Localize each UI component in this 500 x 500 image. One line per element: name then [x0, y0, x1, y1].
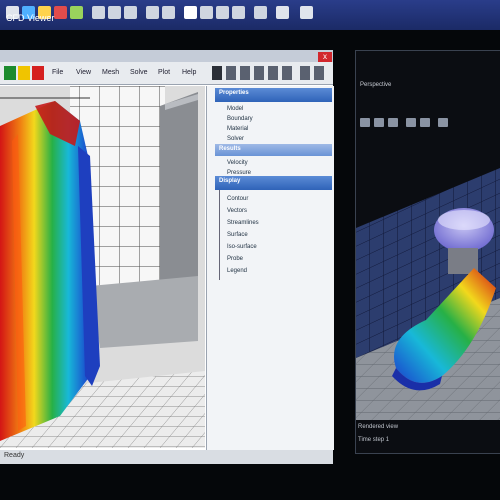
tree-item[interactable]: Contour [227, 196, 248, 202]
lock-icon[interactable] [212, 66, 222, 80]
stop-icon[interactable] [54, 6, 67, 19]
help-icon[interactable] [254, 6, 267, 19]
render-tool-icon[interactable] [406, 118, 416, 127]
print-icon[interactable] [268, 66, 278, 80]
render-footer-line-1: Rendered view [358, 424, 399, 430]
properties-panel: Properties Model Boundary Material Solve… [206, 86, 334, 450]
zoom-icon[interactable] [108, 6, 121, 19]
tree-item[interactable]: Boundary [227, 116, 253, 122]
render-toolbar [356, 58, 500, 127]
tree-item[interactable]: Streamlines [227, 220, 259, 226]
toolbar-item-mesh[interactable]: Mesh [102, 66, 119, 80]
tree-item[interactable]: Solver [227, 136, 244, 142]
status-bar [0, 450, 333, 464]
tree-item[interactable]: Velocity [227, 160, 248, 166]
zoom-fit-icon[interactable] [240, 66, 250, 80]
camera-icon[interactable] [232, 6, 245, 19]
app-title: CFD Viewer [6, 13, 55, 23]
panel-title-results: Results [219, 146, 241, 152]
pan-icon[interactable] [226, 66, 236, 80]
mesh-icon[interactable] [146, 6, 159, 19]
rotate-icon[interactable] [124, 6, 137, 19]
next-icon[interactable] [314, 66, 324, 80]
main-3d-viewport[interactable] [0, 86, 205, 448]
render-3d-viewport[interactable] [356, 148, 500, 420]
render-tool-icon[interactable] [438, 118, 448, 127]
tree-item[interactable]: Vectors [227, 208, 247, 214]
view-icon[interactable] [92, 6, 105, 19]
toolbar-item-plot[interactable]: Plot [158, 66, 170, 80]
main-title-bar [0, 50, 333, 62]
app-toolbar [0, 0, 500, 30]
settings-icon[interactable] [200, 6, 213, 19]
yellow-tool-icon[interactable] [18, 66, 30, 80]
close-button[interactable]: x [318, 52, 332, 62]
page-icon[interactable] [184, 6, 197, 19]
wall-column [160, 92, 198, 308]
render-view-label: Perspective [360, 82, 392, 88]
prev-icon[interactable] [300, 66, 310, 80]
status-text: Ready [4, 452, 25, 459]
tree-item[interactable]: Iso-surface [227, 244, 257, 250]
run-icon[interactable] [70, 6, 83, 19]
tree-item[interactable]: Probe [227, 256, 243, 262]
window-icon[interactable] [276, 6, 289, 19]
toolbar-item-solve[interactable]: Solve [130, 66, 148, 80]
render-tool-icon[interactable] [360, 118, 370, 127]
main-toolbar: File View Mesh Solve Plot Help [0, 62, 333, 85]
panel-title-properties: Properties [219, 90, 249, 96]
layers-icon[interactable] [216, 6, 229, 19]
render-footer-line-2: Time step 1 [358, 437, 390, 443]
toolbar-item-view[interactable]: View [76, 66, 91, 80]
flow-contour-render [0, 86, 205, 448]
toolbar-item-file[interactable]: File [52, 66, 63, 80]
grid-icon[interactable] [162, 6, 175, 19]
close-window-icon[interactable] [300, 6, 313, 19]
tree-item[interactable]: Surface [227, 232, 248, 238]
render-tool-icon[interactable] [374, 118, 384, 127]
panel-title-display: Display [219, 178, 241, 184]
toolbar-item-help[interactable]: Help [182, 66, 196, 80]
render-scene [356, 148, 500, 420]
tree-item[interactable]: Legend [227, 268, 247, 274]
tree-item[interactable]: Material [227, 126, 248, 132]
ledge [90, 276, 198, 348]
red-tool-icon[interactable] [32, 66, 44, 80]
render-tool-icon[interactable] [420, 118, 430, 127]
tree-item[interactable]: Model [227, 106, 243, 112]
axis-icon[interactable] [254, 66, 264, 80]
export-icon[interactable] [282, 66, 292, 80]
green-tool-icon[interactable] [4, 66, 16, 80]
tree-guide-line [219, 190, 220, 280]
render-tool-icon[interactable] [388, 118, 398, 127]
